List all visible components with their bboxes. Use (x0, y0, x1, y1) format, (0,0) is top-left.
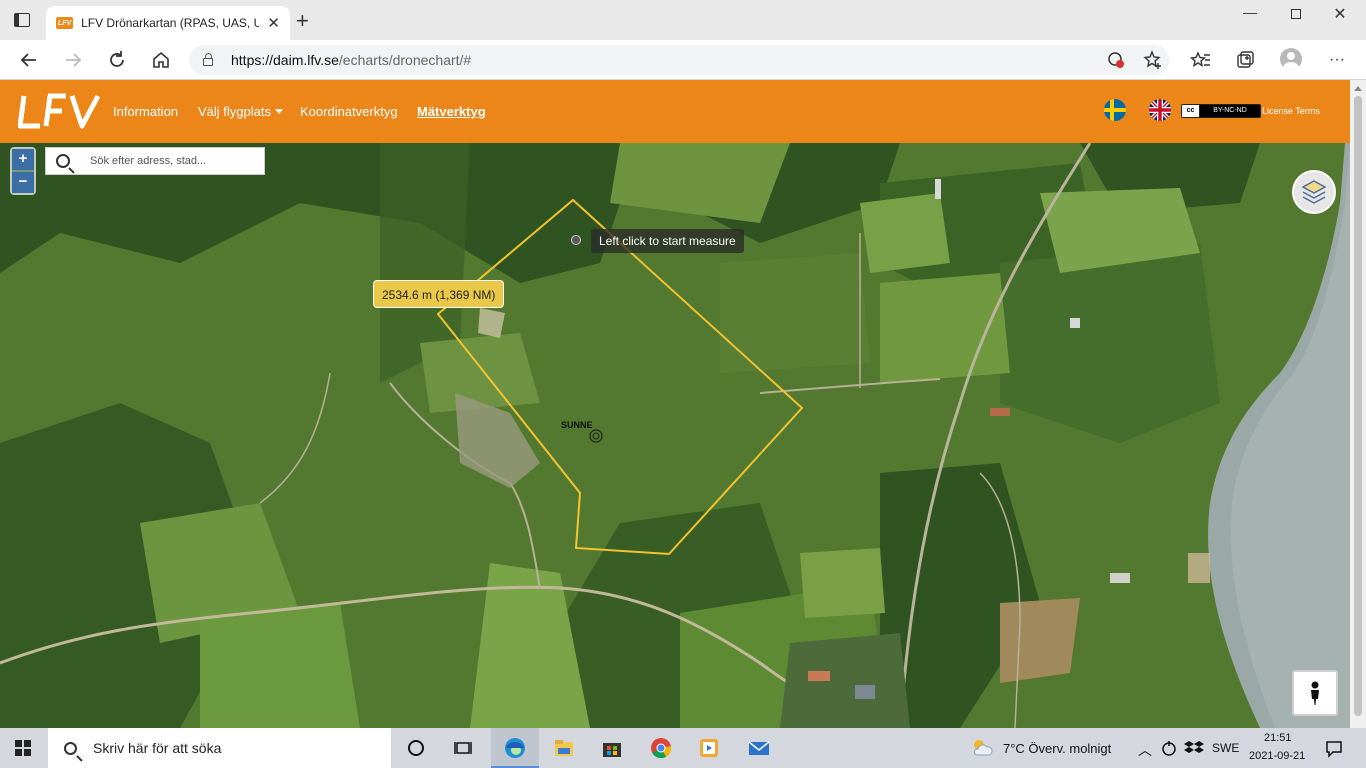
media-player-icon[interactable] (697, 736, 721, 760)
pegman-icon (1311, 681, 1319, 705)
home-icon[interactable] (150, 49, 172, 71)
zoom-out-button[interactable]: − (12, 172, 34, 193)
cc-badge-left: cc (1182, 105, 1200, 117)
nav-matverktyg[interactable]: Mätverktyg (417, 104, 486, 119)
file-explorer-icon[interactable] (552, 736, 576, 760)
browser-tab-bar: LFV LFV Drönarkartan (RPAS, UAS, UA ✕ + … (0, 0, 1366, 40)
measure-tooltip: Left click to start measure (591, 229, 744, 253)
nav-koordinatverktyg[interactable]: Koordinatverktyg (300, 104, 398, 119)
window-close-icon[interactable]: ✕ (1320, 4, 1360, 28)
task-view-icon[interactable] (452, 736, 476, 760)
microsoft-store-icon[interactable] (600, 736, 624, 760)
edge-icon[interactable] (503, 736, 527, 760)
lock-icon (203, 53, 213, 66)
taskbar-search[interactable] (48, 728, 391, 768)
map-search-input[interactable] (90, 155, 250, 167)
language-indicator[interactable]: SWE (1212, 741, 1239, 755)
tab-title: LFV Drönarkartan (RPAS, UAS, UA (81, 16, 260, 30)
new-tab-icon[interactable]: + (296, 8, 309, 34)
license-terms-link[interactable]: License Terms (1262, 106, 1320, 116)
url-host: https://daim.lfv.se (231, 52, 339, 68)
scroll-up-icon[interactable] (1354, 86, 1362, 91)
zoom-control: + − (10, 147, 36, 195)
layers-button[interactable] (1292, 170, 1336, 214)
dropbox-icon[interactable] (1183, 737, 1207, 761)
nav-valj-flygplats[interactable]: Välj flygplats (198, 104, 283, 119)
profile-avatar[interactable] (1280, 48, 1302, 70)
collections-icon[interactable] (1234, 49, 1256, 71)
taskbar-search-input[interactable] (93, 740, 373, 756)
url-path: /echarts/dronechart/# (338, 52, 472, 68)
lfv-favicon-icon: LFV (56, 17, 74, 29)
uk-flag-icon[interactable] (1149, 99, 1171, 121)
minimize-icon[interactable]: — (1230, 4, 1270, 28)
map-search-box (45, 147, 265, 175)
browser-tab[interactable]: LFV LFV Drönarkartan (RPAS, UAS, UA ✕ (46, 6, 290, 40)
show-hidden-icons-icon[interactable]: ︿ (1138, 740, 1152, 760)
taskbar-search-icon (64, 741, 77, 755)
cc-license-badge[interactable]: cc BY-NC-ND (1181, 104, 1261, 118)
clock-date[interactable]: 2021-09-21 (1249, 750, 1305, 762)
lfv-logo[interactable] (17, 92, 101, 140)
forward-icon[interactable] (62, 49, 84, 71)
layers-icon (1301, 180, 1327, 204)
chrome-icon[interactable] (649, 736, 673, 760)
address-bar: https://daim.lfv.se/echarts/dronechart/#… (0, 40, 1366, 80)
back-icon[interactable] (18, 49, 40, 71)
nav-valj-flygplats-label: Välj flygplats (198, 104, 271, 119)
weather-text[interactable]: 7°C Överv. molnigt (1003, 741, 1111, 756)
tab-actions-icon[interactable] (14, 13, 30, 27)
network-icon[interactable] (1158, 737, 1182, 761)
search-icon (56, 154, 70, 168)
mail-icon[interactable] (747, 736, 771, 760)
maximize-icon[interactable] (1276, 4, 1316, 28)
favorites-icon[interactable] (1189, 49, 1212, 71)
zoom-in-button[interactable]: + (12, 149, 34, 170)
tracking-prevention-icon[interactable] (1105, 49, 1127, 71)
cc-badge-text: BY-NC-ND (1200, 105, 1260, 117)
cortana-icon[interactable] (404, 736, 428, 760)
distance-label: 2534.6 m (1,369 NM) (373, 280, 505, 308)
page-scrollbar[interactable] (1350, 80, 1366, 728)
url-field[interactable]: https://daim.lfv.se/echarts/dronechart/# (189, 45, 1169, 75)
swedish-flag-icon[interactable] (1104, 99, 1126, 121)
place-label-sunne: SUNNE (561, 420, 593, 430)
add-favorite-icon[interactable] (1142, 49, 1164, 71)
scroll-thumb[interactable] (1354, 96, 1362, 716)
refresh-icon[interactable] (106, 49, 128, 71)
windows-start-icon[interactable] (15, 740, 31, 756)
weather-icon[interactable] (970, 736, 994, 760)
windows-taskbar: 7°C Överv. molnigt ︿ SWE (0, 728, 1366, 768)
notifications-icon[interactable] (1323, 737, 1347, 761)
tab-close-icon[interactable]: ✕ (267, 14, 280, 32)
more-menu-icon[interactable]: ··· (1326, 49, 1348, 71)
caret-down-icon (274, 109, 283, 114)
clock-time[interactable]: 21:51 (1264, 732, 1292, 744)
site-header: Information Välj flygplats Koordinatverk… (0, 80, 1350, 143)
street-view-button[interactable] (1292, 670, 1338, 716)
nav-information[interactable]: Information (113, 104, 178, 119)
